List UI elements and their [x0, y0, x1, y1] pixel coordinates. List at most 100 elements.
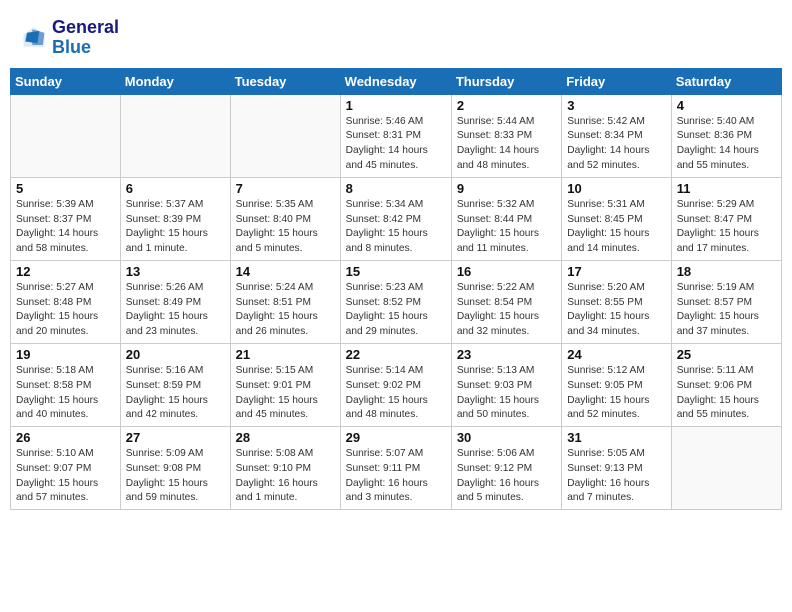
- day-info: Sunrise: 5:35 AMSunset: 8:40 PMDaylight:…: [236, 198, 335, 257]
- day-info: Sunrise: 5:15 AMSunset: 9:01 PMDaylight:…: [236, 364, 335, 423]
- day-info: Sunrise: 5:07 AMSunset: 9:11 PMDaylight:…: [346, 447, 446, 506]
- day-number: 15: [346, 264, 446, 279]
- page-header: General Blue: [10, 10, 782, 64]
- weekday-header-row: SundayMondayTuesdayWednesdayThursdayFrid…: [11, 68, 782, 94]
- day-number: 19: [16, 347, 115, 362]
- calendar-cell: 11Sunrise: 5:29 AMSunset: 8:47 PMDayligh…: [671, 177, 781, 260]
- calendar-cell: 2 Sunrise: 5:44 AMSunset: 8:33 PMDaylight…: [451, 94, 561, 177]
- weekday-header-monday: Monday: [120, 68, 230, 94]
- day-info: Sunrise: 5:08 AMSunset: 9:10 PMDaylight:…: [236, 447, 335, 506]
- day-info: Sunrise: 5:12 AMSunset: 9:05 PMDaylight:…: [567, 364, 665, 423]
- day-number: 22: [346, 347, 446, 362]
- day-number: 5: [16, 181, 115, 196]
- day-number: 10: [567, 181, 665, 196]
- day-info: Sunrise: 5:13 AMSunset: 9:03 PMDaylight:…: [457, 364, 556, 423]
- day-number: 20: [126, 347, 225, 362]
- calendar-cell: 16 Sunrise: 5:22 AMSunset: 8:54 PMDayligh…: [451, 260, 561, 343]
- day-number: 30: [457, 430, 556, 445]
- day-info: Sunrise: 5:11 AMSunset: 9:06 PMDaylight:…: [677, 364, 776, 423]
- day-info: Sunrise: 5:29 AMSunset: 8:47 PMDaylight:…: [677, 198, 776, 257]
- week-row-4: 19 Sunrise: 5:18 AMSunset: 8:58 PMDayligh…: [11, 343, 782, 426]
- calendar-cell: 20Sunrise: 5:16 AMSunset: 8:59 PMDayligh…: [120, 343, 230, 426]
- day-number: 8: [346, 181, 446, 196]
- calendar-table: SundayMondayTuesdayWednesdayThursdayFrid…: [10, 68, 782, 511]
- day-info: Sunrise: 5:42 AMSunset: 8:34 PMDaylight:…: [567, 115, 665, 174]
- calendar-cell: 3 Sunrise: 5:42 AMSunset: 8:34 PMDaylight…: [562, 94, 671, 177]
- day-number: 13: [126, 264, 225, 279]
- day-number: 6: [126, 181, 225, 196]
- day-number: 14: [236, 264, 335, 279]
- calendar-cell: 14Sunrise: 5:24 AMSunset: 8:51 PMDayligh…: [230, 260, 340, 343]
- day-info: Sunrise: 5:27 AMSunset: 8:48 PMDaylight:…: [16, 281, 115, 340]
- day-number: 27: [126, 430, 225, 445]
- logo: General Blue: [20, 18, 119, 58]
- calendar-cell: 10Sunrise: 5:31 AMSunset: 8:45 PMDayligh…: [562, 177, 671, 260]
- day-info: Sunrise: 5:22 AMSunset: 8:54 PMDaylight:…: [457, 281, 556, 340]
- weekday-header-thursday: Thursday: [451, 68, 561, 94]
- calendar-cell: [230, 94, 340, 177]
- calendar-cell: [120, 94, 230, 177]
- calendar-cell: 4 Sunrise: 5:40 AMSunset: 8:36 PMDaylight…: [671, 94, 781, 177]
- day-number: 3: [567, 98, 665, 113]
- calendar-cell: 7 Sunrise: 5:35 AMSunset: 8:40 PMDaylight…: [230, 177, 340, 260]
- weekday-header-sunday: Sunday: [11, 68, 121, 94]
- day-number: 1: [346, 98, 446, 113]
- day-number: 31: [567, 430, 665, 445]
- day-number: 12: [16, 264, 115, 279]
- week-row-1: 1 Sunrise: 5:46 AMSunset: 8:31 PMDaylight…: [11, 94, 782, 177]
- day-info: Sunrise: 5:20 AMSunset: 8:55 PMDaylight:…: [567, 281, 665, 340]
- calendar-cell: 8Sunrise: 5:34 AMSunset: 8:42 PMDaylight…: [340, 177, 451, 260]
- calendar-cell: 19 Sunrise: 5:18 AMSunset: 8:58 PMDayligh…: [11, 343, 121, 426]
- calendar-cell: [671, 427, 781, 510]
- day-info: Sunrise: 5:09 AMSunset: 9:08 PMDaylight:…: [126, 447, 225, 506]
- day-number: 21: [236, 347, 335, 362]
- day-info: Sunrise: 5:40 AMSunset: 8:36 PMDaylight:…: [677, 115, 776, 174]
- week-row-5: 26 Sunrise: 5:10 AMSunset: 9:07 PMDayligh…: [11, 427, 782, 510]
- day-number: 2: [457, 98, 556, 113]
- calendar-cell: 27 Sunrise: 5:09 AMSunset: 9:08 PMDayligh…: [120, 427, 230, 510]
- calendar-cell: 5Sunrise: 5:39 AMSunset: 8:37 PMDaylight…: [11, 177, 121, 260]
- day-number: 7: [236, 181, 335, 196]
- day-info: Sunrise: 5:44 AMSunset: 8:33 PMDaylight:…: [457, 115, 556, 174]
- day-info: Sunrise: 5:23 AMSunset: 8:52 PMDaylight:…: [346, 281, 446, 340]
- day-info: Sunrise: 5:19 AMSunset: 8:57 PMDaylight:…: [677, 281, 776, 340]
- day-number: 17: [567, 264, 665, 279]
- calendar-cell: 13Sunrise: 5:26 AMSunset: 8:49 PMDayligh…: [120, 260, 230, 343]
- day-info: Sunrise: 5:14 AMSunset: 9:02 PMDaylight:…: [346, 364, 446, 423]
- day-number: 16: [457, 264, 556, 279]
- calendar-cell: 17 Sunrise: 5:20 AMSunset: 8:55 PMDayligh…: [562, 260, 671, 343]
- calendar-cell: 12 Sunrise: 5:27 AMSunset: 8:48 PMDayligh…: [11, 260, 121, 343]
- calendar-cell: 24 Sunrise: 5:12 AMSunset: 9:05 PMDayligh…: [562, 343, 671, 426]
- calendar-cell: 18 Sunrise: 5:19 AMSunset: 8:57 PMDayligh…: [671, 260, 781, 343]
- calendar-cell: 21 Sunrise: 5:15 AMSunset: 9:01 PMDayligh…: [230, 343, 340, 426]
- logo-text: General Blue: [52, 18, 119, 58]
- calendar-cell: 25 Sunrise: 5:11 AMSunset: 9:06 PMDayligh…: [671, 343, 781, 426]
- calendar-cell: 22 Sunrise: 5:14 AMSunset: 9:02 PMDayligh…: [340, 343, 451, 426]
- calendar-cell: 15 Sunrise: 5:23 AMSunset: 8:52 PMDayligh…: [340, 260, 451, 343]
- weekday-header-saturday: Saturday: [671, 68, 781, 94]
- day-info: Sunrise: 5:10 AMSunset: 9:07 PMDaylight:…: [16, 447, 115, 506]
- calendar-cell: 28Sunrise: 5:08 AMSunset: 9:10 PMDayligh…: [230, 427, 340, 510]
- day-number: 4: [677, 98, 776, 113]
- calendar-cell: [11, 94, 121, 177]
- logo-icon: [20, 24, 48, 52]
- day-info: Sunrise: 5:46 AMSunset: 8:31 PMDaylight:…: [346, 115, 446, 174]
- calendar-cell: 29 Sunrise: 5:07 AMSunset: 9:11 PMDayligh…: [340, 427, 451, 510]
- day-info: Sunrise: 5:06 AMSunset: 9:12 PMDaylight:…: [457, 447, 556, 506]
- weekday-header-tuesday: Tuesday: [230, 68, 340, 94]
- day-info: Sunrise: 5:18 AMSunset: 8:58 PMDaylight:…: [16, 364, 115, 423]
- day-number: 26: [16, 430, 115, 445]
- day-number: 9: [457, 181, 556, 196]
- week-row-3: 12 Sunrise: 5:27 AMSunset: 8:48 PMDayligh…: [11, 260, 782, 343]
- day-number: 25: [677, 347, 776, 362]
- calendar-cell: 26 Sunrise: 5:10 AMSunset: 9:07 PMDayligh…: [11, 427, 121, 510]
- calendar-cell: 1 Sunrise: 5:46 AMSunset: 8:31 PMDaylight…: [340, 94, 451, 177]
- calendar-cell: 6 Sunrise: 5:37 AMSunset: 8:39 PMDaylight…: [120, 177, 230, 260]
- calendar-cell: 30 Sunrise: 5:06 AMSunset: 9:12 PMDayligh…: [451, 427, 561, 510]
- day-number: 29: [346, 430, 446, 445]
- day-number: 18: [677, 264, 776, 279]
- day-info: Sunrise: 5:05 AMSunset: 9:13 PMDaylight:…: [567, 447, 665, 506]
- day-number: 24: [567, 347, 665, 362]
- calendar-cell: 9Sunrise: 5:32 AMSunset: 8:44 PMDaylight…: [451, 177, 561, 260]
- day-info: Sunrise: 5:37 AMSunset: 8:39 PMDaylight:…: [126, 198, 225, 257]
